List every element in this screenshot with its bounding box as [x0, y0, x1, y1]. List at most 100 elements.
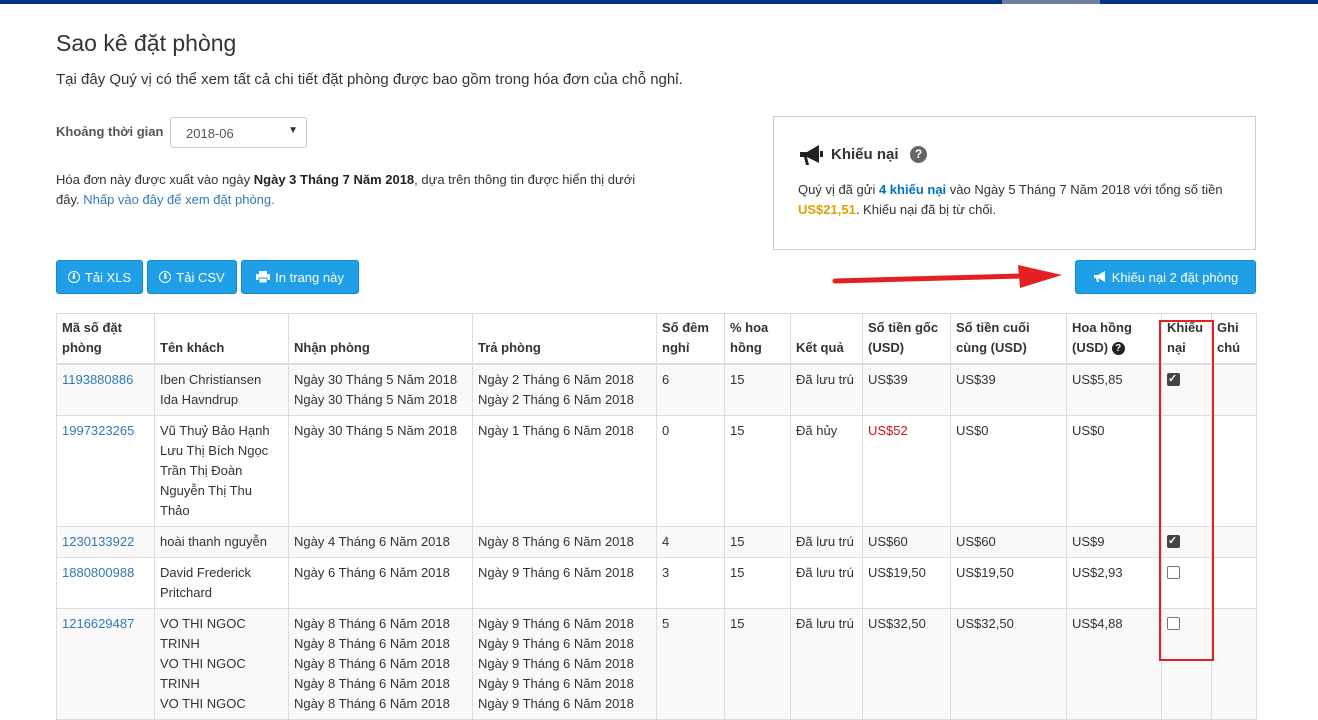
checkin-date: Ngày 6 Tháng 6 Năm 2018: [288, 557, 473, 609]
complaint-text-2: vào Ngày 5 Tháng 7 Năm 2018 với tổng số …: [946, 182, 1223, 197]
col-header-checkout: Trả phòng: [472, 313, 657, 365]
guest-name-line: Nguyễn Thị Thu Thảo: [160, 483, 253, 518]
checkin-date-line: Ngày 8 Tháng 6 Năm 2018: [294, 696, 450, 711]
checkout-date-line: Ngày 2 Tháng 6 Năm 2018: [478, 392, 634, 407]
original-amount-cell: US$60: [862, 526, 951, 558]
checkout-date-line: Ngày 9 Tháng 6 Năm 2018: [478, 656, 634, 671]
result-cell: Đã lưu trú: [790, 363, 863, 416]
guest-name-line: David Frederick Pritchard: [160, 565, 252, 600]
booking-id-link[interactable]: 1997323265: [62, 423, 134, 438]
commission-cell: US$2,93: [1066, 557, 1162, 609]
help-icon[interactable]: ?: [910, 146, 927, 163]
commission-cell: US$9: [1066, 526, 1162, 558]
complaint-count: 4 khiếu nại: [878, 182, 947, 197]
commission-rate-cell: 15: [724, 526, 791, 558]
guest-name-line: Lưu Thị Bích Ngọc: [160, 443, 269, 458]
checkout-date-line: Ngày 9 Tháng 6 Năm 2018: [478, 636, 634, 651]
complaint-checkbox[interactable]: [1167, 531, 1180, 551]
download-xls-button[interactable]: ⬇ Tải XLS: [56, 260, 143, 294]
complaint-checkbox[interactable]: [1167, 566, 1180, 579]
nights-cell: 5: [656, 608, 725, 720]
booking-id-cell: 1880800988: [56, 557, 155, 609]
col-header-final: Số tiền cuối cùng (USD): [950, 313, 1067, 365]
checkout-date: Ngày 2 Tháng 6 Năm 2018 Ngày 2 Tháng 6 Nă…: [472, 363, 657, 416]
complaint-panel: Khiếu nại ? Quý vị đã gửi 4 khiếu nại và…: [773, 116, 1256, 250]
complaint-checkbox[interactable]: [1167, 369, 1180, 389]
col-header-commission: Hoa hồng (USD) ?: [1066, 313, 1162, 365]
download-xls-label: Tải XLS: [84, 269, 132, 285]
invoice-date: Ngày 3 Tháng 7 Năm 2018: [253, 172, 415, 187]
guest-name: David Frederick Pritchard: [154, 557, 289, 609]
help-icon[interactable]: ?: [1111, 342, 1125, 356]
booking-id-link[interactable]: 1193880886: [62, 372, 133, 387]
checkout-date: Ngày 9 Tháng 6 Năm 2018: [472, 557, 657, 609]
original-amount-cell: US$52: [862, 415, 951, 527]
complaint-cell: [1161, 415, 1212, 527]
guest-name-line: Iben Christiansen: [160, 372, 262, 387]
checkin-date-line: Ngày 8 Tháng 6 Năm 2018: [294, 636, 450, 651]
checkin-date-line: Ngày 8 Tháng 6 Năm 2018: [294, 616, 450, 631]
booking-id-link[interactable]: 1216629487: [62, 616, 134, 631]
col-header-nights: Số đêm nghỉ: [656, 313, 725, 365]
note-cell: [1211, 608, 1257, 720]
original-amount-cell: US$19,50: [862, 557, 951, 609]
checkout-date-line: Ngày 8 Tháng 6 Năm 2018: [478, 534, 634, 549]
commission-cell: US$0: [1066, 415, 1162, 527]
table-header-row: Mã số đặt phòng Tên khách Nhận phòng Trả…: [56, 313, 1257, 365]
checkout-date-line: Ngày 1 Tháng 6 Năm 2018: [478, 423, 634, 438]
checkout-date-line: Ngày 9 Tháng 6 Năm 2018: [478, 696, 634, 711]
result-cell: Đã hủy: [790, 415, 863, 527]
period-label: Khoảng thời gian: [56, 124, 164, 139]
guest-name-line: hoài thanh nguyễn: [160, 534, 267, 549]
printer-icon: [256, 271, 271, 283]
period-select[interactable]: 2018-06 ▼: [170, 117, 307, 148]
complain-bookings-label: Khiếu nại 2 đặt phòng: [1111, 269, 1239, 285]
complaint-checkbox[interactable]: [1167, 617, 1180, 630]
page-description: Tại đây Quý vị có thể xem tất cả chi tiế…: [56, 71, 683, 88]
commission-rate-cell: 15: [724, 363, 791, 416]
view-bookings-link[interactable]: Nhấp vào đây để xem đặt phòng.: [83, 192, 275, 207]
final-amount-cell: US$19,50: [950, 557, 1067, 609]
nights-cell: 0: [656, 415, 725, 527]
booking-id-cell: 1997323265: [56, 415, 155, 527]
commission-rate-cell: 15: [724, 608, 791, 720]
checkin-date-line: Ngày 30 Tháng 5 Năm 2018: [294, 423, 458, 438]
original-amount-cell: US$32,50: [862, 608, 951, 720]
complaint-title: Khiếu nại: [831, 146, 899, 163]
guest-name: Iben Christiansen Ida Havndrup: [154, 363, 289, 416]
col-header-rate: % hoa hồng: [724, 313, 791, 365]
print-button[interactable]: In trang này: [241, 260, 359, 294]
guest-name-line: VO THI NGOC TRINH: [160, 616, 246, 651]
guest-name: Vũ Thuỷ Bảo Hạnh Lưu Thị Bích Ngọc Trần Th…: [154, 415, 289, 527]
col-header-guest: Tên khách: [154, 313, 289, 365]
commission-cell: US$5,85: [1066, 363, 1162, 416]
booking-id-link[interactable]: 1230133922: [62, 534, 134, 549]
download-icon: ⬇: [159, 271, 172, 283]
complain-bookings-button[interactable]: Khiếu nại 2 đặt phòng: [1075, 260, 1256, 294]
complaint-cell: [1161, 608, 1212, 720]
checkout-date-line: Ngày 2 Tháng 6 Năm 2018: [478, 372, 634, 387]
invoice-note-prefix: Hóa đơn này được xuất vào ngày: [56, 172, 254, 187]
guest-name-line: Trần Thị Đoàn: [160, 463, 243, 478]
table-row: 1880800988 David Frederick Pritchard Ngày …: [56, 557, 1257, 609]
note-cell: [1211, 526, 1257, 558]
col-header-original: Số tiền gốc (USD): [862, 313, 951, 365]
checkout-date-line: Ngày 9 Tháng 6 Năm 2018: [478, 616, 634, 631]
checkin-date-line: Ngày 6 Tháng 6 Năm 2018: [294, 565, 450, 580]
booking-id-link[interactable]: 1880800988: [62, 565, 134, 580]
booking-id-cell: 1230133922: [56, 526, 155, 558]
checkin-date-line: Ngày 8 Tháng 6 Năm 2018: [294, 656, 450, 671]
table-row: 1216629487 VO THI NGOC TRINH VO THI NGOC T…: [56, 608, 1257, 720]
table-row: 1193880886 Iben Christiansen Ida Havndrup N…: [56, 363, 1257, 416]
guest-name: hoài thanh nguyễn: [154, 526, 289, 558]
checkin-date-line: Ngày 30 Tháng 5 Năm 2018: [294, 392, 458, 407]
page-title: Sao kê đặt phòng: [56, 30, 237, 56]
download-csv-button[interactable]: ⬇ Tải CSV: [147, 260, 237, 294]
commission-cell: US$4,88: [1066, 608, 1162, 720]
nights-cell: 4: [656, 526, 725, 558]
booking-id-cell: 1193880886: [56, 363, 155, 416]
booking-id-cell: 1216629487: [56, 608, 155, 720]
col-header-result: Kết quả: [790, 313, 863, 365]
final-amount-cell: US$0: [950, 415, 1067, 527]
guest-name: VO THI NGOC TRINH VO THI NGOC TRINH VO THI…: [154, 608, 289, 720]
